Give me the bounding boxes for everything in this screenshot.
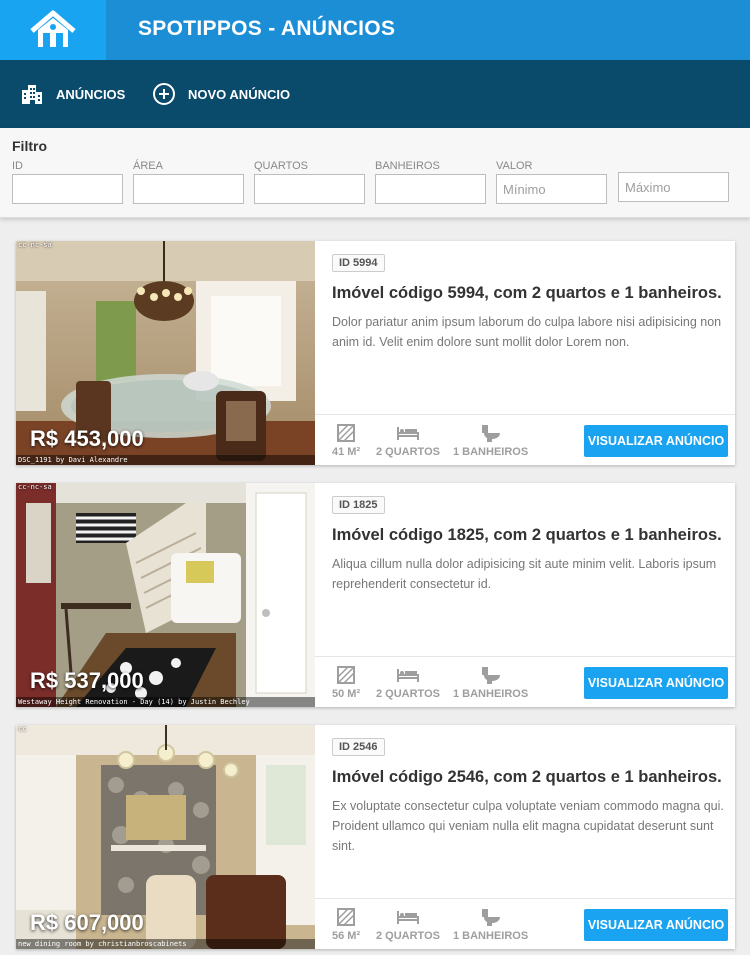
listing-content: ID 2546 Imóvel código 2546, com 2 quarto… xyxy=(315,725,735,949)
filter-id-label: ID xyxy=(12,160,23,172)
listing-card: cc-nc-sa R$ 453,000 DSC_1191 by Davi Ale… xyxy=(16,241,735,465)
toilet-icon xyxy=(481,667,500,684)
listing-footer: 50 M² 2 QUARTOS 1 BANHEIROS VISUALIZAR A… xyxy=(315,656,735,707)
filter-area-input[interactable] xyxy=(133,174,244,204)
filter-rooms-input[interactable] xyxy=(254,174,365,204)
photo-credit: new dining room by christianbroscabinets xyxy=(16,939,315,949)
bed-icon xyxy=(396,669,419,682)
add-circle-icon xyxy=(153,83,175,105)
listing-rooms-text: 2 QUARTOS xyxy=(376,446,440,458)
listing-id-badge: ID 1825 xyxy=(332,496,385,514)
filter-rooms-label: QUARTOS xyxy=(254,160,308,172)
filter-panel: Filtro ID ÁREA QUARTOS BANHEIROS VALOR xyxy=(0,128,750,218)
listing-baths-text: 1 BANHEIROS xyxy=(453,688,529,700)
listing-baths: 1 BANHEIROS xyxy=(453,666,528,700)
view-listing-button[interactable]: VISUALIZAR ANÚNCIO xyxy=(584,909,728,941)
page-title: SPOTIPPOS - ANÚNCIOS xyxy=(138,17,396,40)
photo-license: cc-nc-sa xyxy=(18,241,52,249)
filter-title: Filtro xyxy=(12,138,47,154)
view-listing-button[interactable]: VISUALIZAR ANÚNCIO xyxy=(584,667,728,699)
nav-listings-label: ANÚNCIOS xyxy=(56,86,126,102)
listing-id-badge: ID 2546 xyxy=(332,738,385,756)
listing-price: R$ 607,000 xyxy=(30,910,144,935)
filter-area-label: ÁREA xyxy=(133,160,163,172)
photo-credit: DSC_1191 by Davi Alexandre xyxy=(16,455,315,465)
listing-rooms: 2 QUARTOS xyxy=(376,908,440,942)
listing-area-text: 56 M² xyxy=(332,930,361,942)
listing-title[interactable]: Imóvel código 5994, com 2 quartos e 1 ba… xyxy=(332,284,722,303)
bed-icon xyxy=(396,911,419,924)
listing-card: cc R$ 607,000 new dining room by christi… xyxy=(16,725,735,949)
listing-photo[interactable]: cc-nc-sa R$ 537,000 Westaway Height Reno… xyxy=(16,483,315,707)
listing-price: R$ 537,000 xyxy=(30,668,144,693)
filter-baths-label: BANHEIROS xyxy=(375,160,440,172)
listing-price: R$ 453,000 xyxy=(30,426,144,451)
filter-value-max-input[interactable] xyxy=(618,172,729,202)
listing-area-text: 50 M² xyxy=(332,688,361,700)
app-header: SPOTIPPOS - ANÚNCIOS xyxy=(0,0,750,60)
listing-description: Aliqua cillum nulla dolor adipisicing si… xyxy=(332,557,717,591)
filter-baths-input[interactable] xyxy=(375,174,486,204)
app-logo[interactable] xyxy=(0,0,106,60)
listing-photo[interactable]: cc-nc-sa R$ 453,000 DSC_1191 by Davi Ale… xyxy=(16,241,315,465)
listing-card: cc-nc-sa R$ 537,000 Westaway Height Reno… xyxy=(16,483,735,707)
listing-area: 50 M² xyxy=(332,666,360,700)
area-icon xyxy=(337,908,356,926)
listing-rooms: 2 QUARTOS xyxy=(376,666,440,700)
photo-license: cc-nc-sa xyxy=(18,483,52,491)
listing-footer: 56 M² 2 QUARTOS 1 BANHEIROS VISUALIZAR A… xyxy=(315,898,735,949)
nav-new-listing-label: NOVO ANÚNCIO xyxy=(188,86,291,102)
listing-area: 56 M² xyxy=(332,908,360,942)
listing-rooms-text: 2 QUARTOS xyxy=(376,688,440,700)
nav-item-listings[interactable]: ANÚNCIOS xyxy=(20,60,125,128)
listing-footer: 41 M² 2 QUARTOS 1 BANHEIROS VISUALIZAR A… xyxy=(315,414,735,465)
toilet-icon xyxy=(481,909,500,926)
nav-item-new-listing[interactable]: NOVO ANÚNCIO xyxy=(152,60,290,128)
listing-id-badge: ID 5994 xyxy=(332,254,385,272)
bed-icon xyxy=(396,427,419,440)
listing-area: 41 M² xyxy=(332,424,360,458)
area-icon xyxy=(337,424,356,442)
listing-baths-text: 1 BANHEIROS xyxy=(453,446,529,458)
area-icon xyxy=(337,666,356,684)
house-logo-icon xyxy=(30,10,76,47)
listing-description: Dolor pariatur anim ipsum laborum do cul… xyxy=(332,315,722,349)
photo-license: cc xyxy=(18,725,27,733)
filter-id-input[interactable] xyxy=(12,174,123,204)
listing-title[interactable]: Imóvel código 2546, com 2 quartos e 1 ba… xyxy=(332,768,722,787)
listing-rooms: 2 QUARTOS xyxy=(376,424,440,458)
filter-value-min-input[interactable] xyxy=(496,174,607,204)
listing-photo[interactable]: cc R$ 607,000 new dining room by christi… xyxy=(16,725,315,949)
toilet-icon xyxy=(481,425,500,442)
main-nav: ANÚNCIOS NOVO ANÚNCIO xyxy=(0,60,750,128)
listing-title[interactable]: Imóvel código 1825, com 2 quartos e 1 ba… xyxy=(332,526,722,545)
listing-description: Ex voluptate consectetur culpa voluptate… xyxy=(332,799,724,853)
listing-content: ID 5994 Imóvel código 5994, com 2 quarto… xyxy=(315,241,735,465)
buildings-icon xyxy=(22,85,42,104)
listing-rooms-text: 2 QUARTOS xyxy=(376,930,440,942)
filter-value-label: VALOR xyxy=(496,160,533,172)
listing-area-text: 41 M² xyxy=(332,446,361,458)
listing-baths-text: 1 BANHEIROS xyxy=(453,930,529,942)
photo-credit: Westaway Height Renovation - Day (14) by… xyxy=(16,697,315,707)
listing-content: ID 1825 Imóvel código 1825, com 2 quarto… xyxy=(315,483,735,707)
view-listing-button[interactable]: VISUALIZAR ANÚNCIO xyxy=(584,425,728,457)
listing-baths: 1 BANHEIROS xyxy=(453,424,528,458)
listing-baths: 1 BANHEIROS xyxy=(453,908,528,942)
